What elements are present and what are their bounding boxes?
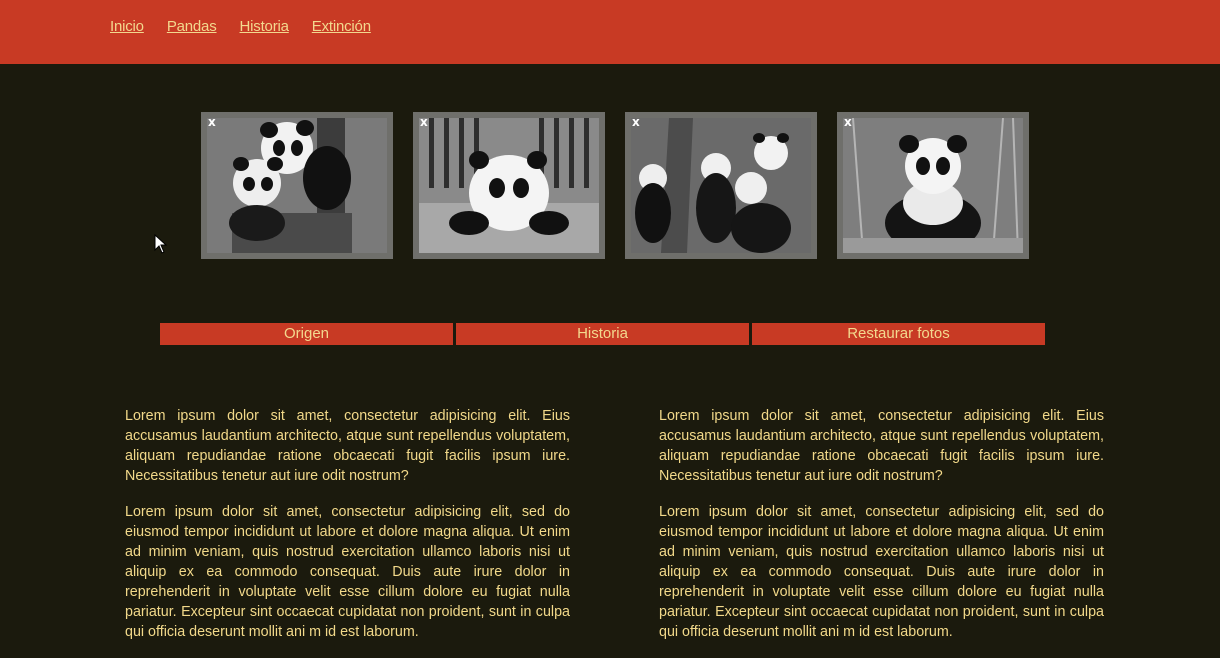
paragraph: Lorem ipsum dolor sit amet, consectetur …: [659, 408, 1104, 484]
panda-group-tree-image: [631, 118, 811, 253]
close-icon[interactable]: x: [844, 115, 852, 129]
paragraph: Lorem ipsum dolor sit amet, consectetur …: [125, 408, 570, 484]
nav-link-historia[interactable]: Historia: [240, 18, 289, 35]
restore-photos-button[interactable]: Restaurar fotos: [752, 323, 1045, 345]
panda-bamboo-image: [843, 118, 1023, 253]
nav-link-pandas[interactable]: Pandas: [167, 18, 217, 35]
paragraph: Lorem ipsum dolor sit amet, consectetur …: [659, 504, 1104, 640]
gallery-photo-4[interactable]: x: [837, 112, 1029, 259]
action-buttons: Origen Historia Restaurar fotos: [160, 323, 1048, 345]
content-column-right: Lorem ipsum dolor sit amet, consectetur …: [659, 406, 1104, 658]
content-column-left: Lorem ipsum dolor sit amet, consectetur …: [125, 406, 570, 658]
main-nav: Inicio Pandas Historia Extinción: [110, 18, 394, 35]
gallery-photo-3[interactable]: x: [625, 112, 817, 259]
nav-link-extincion[interactable]: Extinción: [312, 18, 371, 35]
close-icon[interactable]: x: [208, 115, 216, 129]
header-bar: Inicio Pandas Historia Extinción: [0, 0, 1220, 64]
close-icon[interactable]: x: [632, 115, 640, 129]
close-icon[interactable]: x: [420, 115, 428, 129]
origen-button[interactable]: Origen: [160, 323, 453, 345]
paragraph: Lorem ipsum dolor sit amet, consectetur …: [125, 504, 570, 640]
photo-gallery: x x x x: [201, 112, 1049, 259]
gallery-photo-1[interactable]: x: [201, 112, 393, 259]
panda-cub-fence-image: [419, 118, 599, 253]
mouse-cursor-icon: [154, 234, 168, 254]
nav-link-inicio[interactable]: Inicio: [110, 18, 144, 35]
panda-pair-tree-image: [207, 118, 387, 253]
gallery-photo-2[interactable]: x: [413, 112, 605, 259]
historia-button[interactable]: Historia: [456, 323, 749, 345]
